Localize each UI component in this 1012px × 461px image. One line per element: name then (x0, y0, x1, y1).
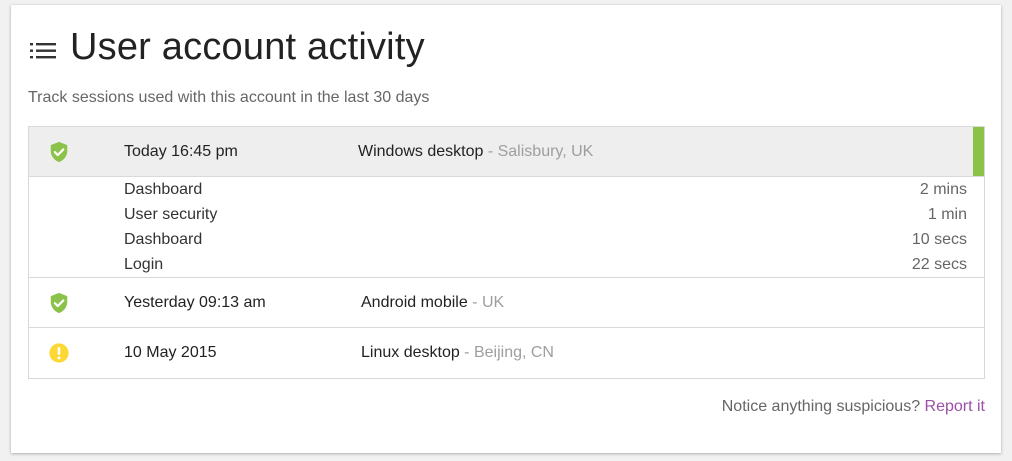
activity-duration: 10 secs (911, 231, 967, 248)
page-subtitle: Track sessions used with this account in… (28, 89, 430, 106)
session-device: Android mobile - UK (361, 294, 504, 312)
activity-page: User security (124, 206, 218, 223)
activity-item: Dashboard 2 mins (29, 179, 984, 204)
activity-card: User account activity Track sessions use… (11, 5, 1001, 453)
activity-page: Dashboard (124, 181, 203, 198)
session-time: Yesterday 09:13 am (124, 293, 266, 311)
session-details: Dashboard 2 mins User security 1 min Das… (29, 177, 984, 278)
activity-duration: 2 mins (919, 181, 967, 198)
active-indicator (973, 127, 984, 176)
device-location: - Salisbury, UK (483, 142, 594, 160)
device-location: - Beijing, CN (459, 344, 554, 361)
device-location: - UK (467, 293, 505, 311)
page-title: User account activity (70, 25, 425, 68)
list-icon (30, 43, 56, 59)
activity-duration: 1 min (927, 206, 967, 223)
activity-page: Dashboard (124, 231, 203, 248)
activity-duration: 22 secs (911, 256, 967, 273)
session-device: Windows desktop - Salisbury, UK (358, 143, 593, 161)
shield-check-icon (50, 141, 68, 163)
session-row[interactable]: Yesterday 09:13 am Android mobile - UK (29, 278, 984, 328)
activity-page: Login (124, 256, 164, 273)
device-name: Linux desktop (361, 344, 460, 361)
report-link[interactable]: Report it (925, 398, 985, 415)
shield-check-icon (50, 292, 68, 314)
activity-item: Login 22 secs (29, 254, 984, 279)
session-time: Today 16:45 pm (124, 142, 238, 160)
session-device: Linux desktop - Beijing, CN (361, 344, 554, 362)
device-name: Android mobile (361, 293, 468, 311)
sessions-table: Today 16:45 pm Windows desktop - Salisbu… (28, 126, 985, 379)
session-time: 10 May 2015 (124, 344, 217, 361)
warning-circle-icon (49, 343, 69, 363)
device-name: Windows desktop (358, 142, 484, 160)
activity-item: User security 1 min (29, 204, 984, 229)
title-row: User account activity (30, 25, 425, 69)
session-row[interactable]: Today 16:45 pm Windows desktop - Salisbu… (29, 127, 984, 177)
footer-notice: Notice anything suspicious? Report it (722, 398, 985, 416)
activity-item: Dashboard 10 secs (29, 229, 984, 254)
session-row[interactable]: 10 May 2015 Linux desktop - Beijing, CN (29, 328, 984, 378)
footer-text: Notice anything suspicious? (721, 398, 925, 415)
